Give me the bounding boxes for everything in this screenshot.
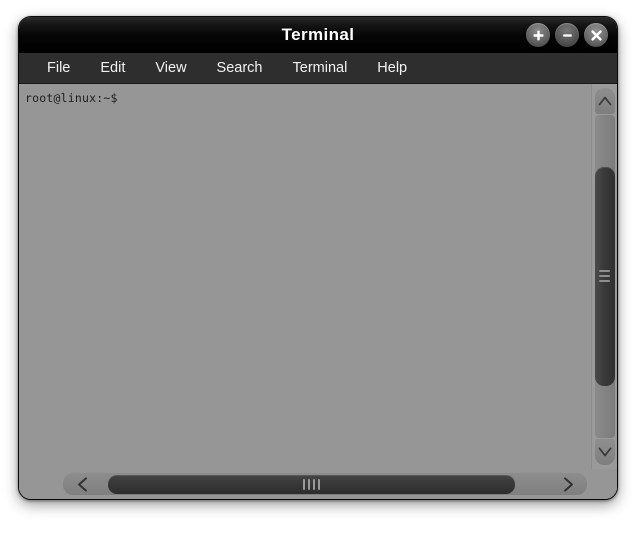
terminal-prompt-line: root@linux:~$ — [25, 91, 118, 105]
horizontal-scrollbar[interactable] — [63, 473, 587, 495]
plus-icon — [533, 30, 543, 40]
menu-item-edit[interactable]: Edit — [88, 58, 137, 78]
chevron-up-icon — [598, 96, 611, 106]
minimize-button[interactable] — [555, 23, 579, 47]
menu-item-help[interactable]: Help — [365, 58, 419, 78]
chevron-left-icon — [77, 476, 87, 492]
menu-item-search[interactable]: Search — [205, 58, 275, 78]
horizontal-scroll-thumb[interactable] — [108, 474, 515, 494]
window-controls — [526, 17, 608, 53]
scroll-left-button[interactable] — [65, 474, 99, 494]
vertical-thumb-grip-icon — [599, 270, 610, 283]
horizontal-scroll-track[interactable] — [99, 474, 551, 494]
terminal-window: Terminal File Edit View Search Terminal … — [18, 16, 618, 500]
chevron-down-icon — [598, 447, 611, 457]
screen: Terminal File Edit View Search Terminal … — [0, 0, 640, 533]
scroll-up-button[interactable] — [594, 88, 615, 114]
title-bar[interactable]: Terminal — [19, 17, 617, 53]
vertical-scroll-track[interactable] — [594, 115, 615, 438]
vertical-scrollbar[interactable] — [591, 84, 617, 469]
horizontal-thumb-grip-icon — [302, 478, 320, 490]
terminal-output-area[interactable]: root@linux:~$ — [19, 84, 591, 469]
minus-icon — [562, 33, 572, 37]
vertical-scroll-thumb[interactable] — [594, 166, 615, 387]
scroll-right-button[interactable] — [551, 474, 585, 494]
menu-item-terminal[interactable]: Terminal — [281, 58, 360, 78]
close-button[interactable] — [584, 23, 608, 47]
menu-item-view[interactable]: View — [143, 58, 198, 78]
scroll-down-button[interactable] — [594, 439, 615, 465]
window-body: root@linux:~$ — [19, 84, 617, 499]
menu-bar: File Edit View Search Terminal Help — [19, 53, 617, 84]
close-icon — [590, 29, 602, 41]
menu-item-file[interactable]: File — [35, 58, 82, 78]
chevron-right-icon — [563, 476, 573, 492]
horizontal-scrollbar-container — [19, 469, 617, 499]
terminal-row: root@linux:~$ — [19, 84, 617, 469]
maximize-button[interactable] — [526, 23, 550, 47]
window-title: Terminal — [281, 25, 355, 44]
